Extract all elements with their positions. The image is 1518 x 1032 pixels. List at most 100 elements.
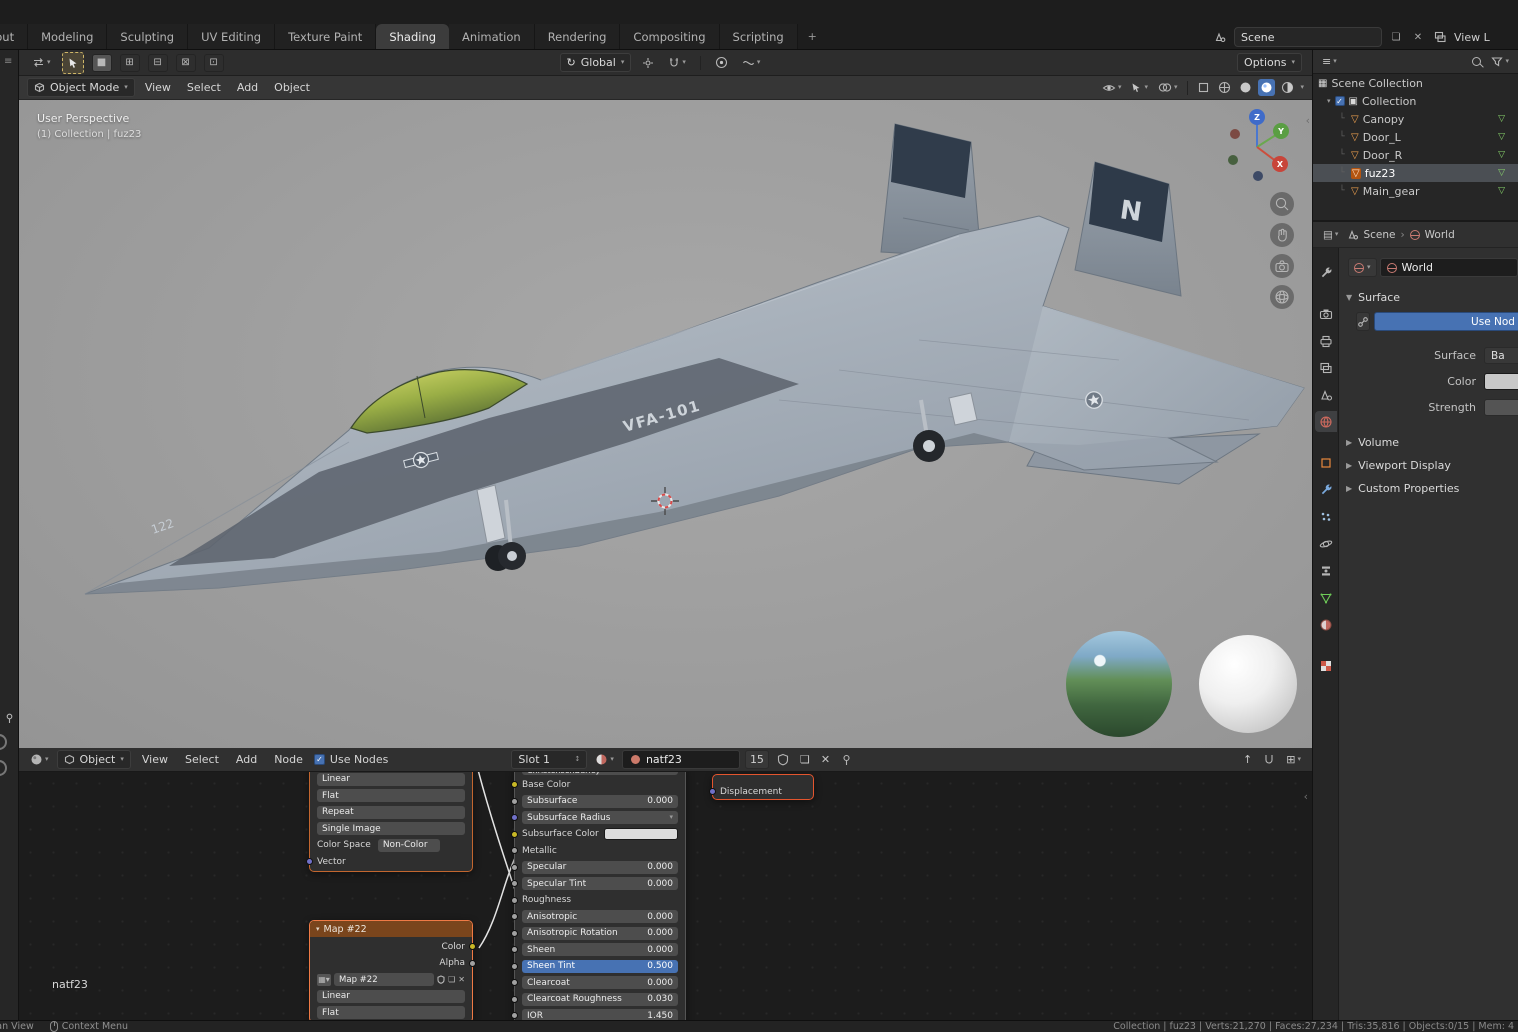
options-dropdown[interactable]: Options ▾: [1237, 53, 1302, 72]
material-properties-icon[interactable]: [1315, 614, 1337, 635]
color-output-socket[interactable]: [469, 943, 476, 950]
outliner-row-fuz23[interactable]: └ ▽ fuz23 ▽: [1313, 164, 1518, 182]
use-nodes-checkbox[interactable]: ✓: [313, 754, 325, 765]
alpha-output-socket[interactable]: [469, 959, 476, 967]
shield-fake-user-icon[interactable]: [437, 975, 445, 984]
zoom-icon[interactable]: [1270, 192, 1294, 216]
browse-world-icon[interactable]: ▾: [1348, 258, 1377, 277]
world-color-swatch[interactable]: [1484, 373, 1518, 390]
outliner-row-main-gear[interactable]: └ ▽ Main_gear ▽: [1313, 182, 1518, 200]
pan-hand-icon[interactable]: [1270, 223, 1294, 247]
overlays-dropdown[interactable]: ▾: [1155, 82, 1181, 93]
view-layer-properties-icon[interactable]: [1315, 357, 1337, 378]
editor-type-icon[interactable]: ▤ ▾: [1320, 229, 1341, 241]
bsdf-subsurface-color[interactable]: Subsurface Color: [511, 827, 678, 841]
shader-type-dropdown[interactable]: Object ▾: [56, 750, 131, 769]
axis-z-neg-ball[interactable]: [1253, 171, 1263, 181]
go-parent-node-tree-icon[interactable]: ↑: [1240, 753, 1255, 766]
pin-icon[interactable]: [4, 713, 18, 724]
bsdf-subsurface[interactable]: Subsurface 0.000: [511, 794, 678, 808]
ortho-grid-icon[interactable]: [1270, 285, 1294, 309]
object-properties-icon[interactable]: [1315, 452, 1337, 473]
menu-view[interactable]: View: [139, 81, 177, 94]
close-icon[interactable]: ✕: [458, 975, 465, 984]
viewport-canvas[interactable]: N VFA-101 122 User Perspective (1) Colle…: [19, 100, 1312, 748]
tab-scripting[interactable]: Scripting: [719, 24, 798, 49]
use-nodes-button[interactable]: Use Nod: [1374, 312, 1518, 331]
strength-field[interactable]: [1484, 399, 1518, 416]
output-properties-icon[interactable]: [1315, 330, 1337, 351]
menu-view[interactable]: View: [136, 753, 174, 766]
menu-node[interactable]: Node: [268, 753, 309, 766]
menu-add[interactable]: Add: [231, 81, 264, 94]
clipped-tool-icon[interactable]: [0, 734, 7, 750]
view-layer-selector[interactable]: View L: [1454, 31, 1518, 44]
menu-add[interactable]: Add: [230, 753, 263, 766]
gizmos-dropdown[interactable]: ▾: [1128, 82, 1151, 93]
physics-properties-icon[interactable]: [1315, 533, 1337, 554]
select-mode-subtract-icon[interactable]: ⊟: [147, 53, 168, 72]
node-canvas[interactable]: natf23 ▦ ❏ ✕ Linear Flat Repeat Single I…: [19, 772, 1312, 1020]
particle-properties-icon[interactable]: [1315, 506, 1337, 527]
shading-dropdown-icon[interactable]: ▾: [1300, 84, 1304, 91]
world-name-field[interactable]: World: [1379, 258, 1518, 277]
breadcrumb-world[interactable]: World: [1425, 229, 1455, 241]
subsurface-method-dropdown[interactable]: ChristensenBurley: [522, 772, 678, 775]
sidebar-expand-icon[interactable]: ‹: [1304, 790, 1308, 803]
viewport-display-panel-header[interactable]: ▶ Viewport Display: [1346, 459, 1518, 472]
snap-node-icon[interactable]: [1260, 753, 1278, 766]
add-workspace-button[interactable]: +: [798, 24, 827, 49]
tab-shading[interactable]: Shading: [376, 24, 450, 49]
proportional-edit-icon[interactable]: [712, 56, 731, 69]
shading-solid-icon[interactable]: [1237, 79, 1254, 96]
editor-type-icon[interactable]: ≡ ▾: [1319, 55, 1340, 68]
axis-x-neg-ball[interactable]: [1230, 129, 1240, 139]
menu-select[interactable]: Select: [181, 81, 227, 94]
filter-icon[interactable]: ▾: [1488, 56, 1512, 67]
modifier-properties-icon[interactable]: [1315, 479, 1337, 500]
select-mode-invert-icon[interactable]: ⊠: [175, 53, 196, 72]
material-users-count[interactable]: 15: [744, 750, 769, 769]
bsdf-specular-tint[interactable]: Specular Tint 0.000: [511, 877, 678, 891]
bsdf-anisotropic[interactable]: Anisotropic 0.000: [511, 910, 678, 924]
constraint-properties-icon[interactable]: [1315, 560, 1337, 581]
outliner-row-door-l[interactable]: └ ▽ Door_L ▽: [1313, 128, 1518, 146]
bsdf-clearcoat-roughness[interactable]: Clearcoat Roughness 0.030: [511, 992, 678, 1006]
bsdf-sheen-tint[interactable]: Sheen Tint 0.500: [511, 959, 678, 973]
tab-uv-editing[interactable]: UV Editing: [188, 24, 276, 49]
volume-panel-header[interactable]: ▶ Volume: [1346, 436, 1518, 449]
node-header[interactable]: ▾ Map #22: [310, 921, 472, 937]
bsdf-sheen[interactable]: Sheen 0.000: [511, 943, 678, 957]
bsdf-subsurface-radius[interactable]: Subsurface Radius ▾: [511, 811, 678, 825]
texture-properties-icon[interactable]: [1315, 655, 1337, 676]
sidebar-expand-icon[interactable]: ‹: [1306, 114, 1310, 127]
scene-properties-icon[interactable]: [1315, 384, 1337, 405]
tab-animation[interactable]: Animation: [449, 24, 535, 49]
tab-texture-paint[interactable]: Texture Paint: [275, 24, 377, 49]
object-data-properties-icon[interactable]: [1315, 587, 1337, 608]
clipped-tool-icon[interactable]: [0, 760, 7, 776]
projection-dropdown[interactable]: Flat: [317, 1006, 465, 1020]
collection-checkbox[interactable]: ✓: [1334, 96, 1345, 106]
object-mode-dropdown[interactable]: Object Mode ▾: [27, 78, 135, 97]
tool-properties-icon[interactable]: [1315, 262, 1337, 283]
tab-modeling[interactable]: Modeling: [28, 24, 108, 49]
bsdf-specular[interactable]: Specular 0.000: [511, 860, 678, 874]
vector-input-row[interactable]: Vector: [306, 855, 465, 869]
copy-icon[interactable]: ❏: [797, 753, 813, 766]
browse-material-icon[interactable]: ▾: [592, 753, 617, 766]
alpha-output-row[interactable]: Alpha: [317, 956, 476, 970]
new-scene-icon[interactable]: ❏: [1388, 29, 1404, 45]
principled-bsdf-node[interactable]: ChristensenBurley Base Color Subsurface0…: [511, 772, 686, 1020]
material-name-field[interactable]: natf23: [621, 750, 740, 769]
color-output-row[interactable]: Color: [317, 940, 476, 954]
outliner-row-collection[interactable]: ▾ ✓ ▣ Collection: [1313, 92, 1518, 110]
menu-object[interactable]: Object: [268, 81, 316, 94]
color-space-row[interactable]: Color Space Non-Color: [317, 838, 465, 852]
disclosure-icon[interactable]: ▾: [1327, 97, 1331, 105]
world-properties-icon[interactable]: [1314, 411, 1337, 432]
surface-shader-dropdown[interactable]: Ba: [1484, 347, 1518, 364]
map22-texture-node[interactable]: ▾ Map #22 Color Alpha ▦▾ Map #22 ❏ ✕ Lin…: [309, 920, 476, 1020]
select-mode-intersect-icon[interactable]: ⊡: [203, 53, 224, 72]
displacement-row[interactable]: Displacement: [709, 786, 806, 798]
